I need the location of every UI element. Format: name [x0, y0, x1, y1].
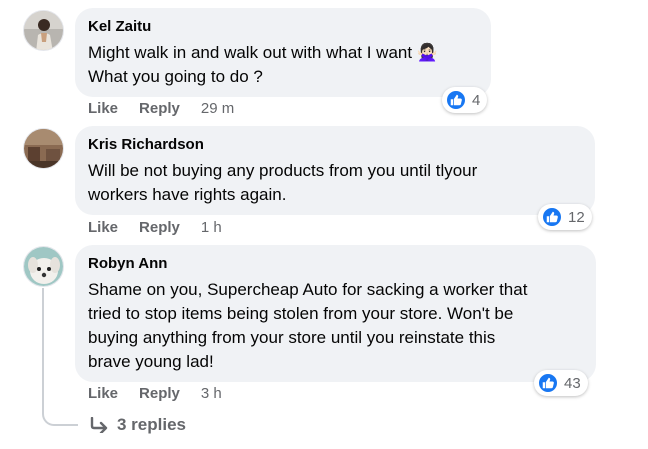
like-reaction-icon [541, 206, 563, 228]
comment-text-line: Shame on you, Supercheap Auto for sackin… [88, 280, 528, 299]
thread-line [42, 288, 44, 403]
reply-arrow-icon [90, 417, 108, 433]
comment-text: Will be not buying any products from you… [88, 159, 581, 207]
comment-actions: Like Reply 29 m [88, 100, 234, 117]
comment-bubble: Kel Zaitu Might walk in and walk out wit… [75, 8, 491, 97]
like-reaction-icon [537, 372, 559, 394]
reaction-count-badge[interactable]: 4 [442, 87, 488, 113]
replies-count-label: 3 replies [117, 415, 186, 434]
reaction-count: 43 [564, 374, 581, 392]
comment-text-line: Might walk in and walk out with what I w… [88, 43, 438, 62]
reply-button[interactable]: Reply [139, 100, 180, 117]
avatar[interactable] [23, 246, 64, 287]
view-replies-link[interactable]: 3 replies [89, 415, 186, 435]
comment-actions: Like Reply 3 h [88, 385, 222, 402]
reaction-count-badge[interactable]: 43 [534, 370, 588, 396]
comment-text-line: brave young lad! [88, 352, 214, 371]
comment-text-line: What you going to do ? [88, 67, 263, 86]
comment-bubble: Kris Richardson Will be not buying any p… [75, 126, 595, 215]
comment-timestamp[interactable]: 1 h [201, 219, 222, 236]
comment-text-line: buying anything from your store until yo… [88, 328, 496, 347]
comment-bubble: Robyn Ann Shame on you, Supercheap Auto … [75, 245, 596, 382]
comment-actions: Like Reply 1 h [88, 219, 222, 236]
reaction-count-badge[interactable]: 12 [538, 204, 592, 230]
avatar[interactable] [23, 10, 64, 51]
comment-text: Might walk in and walk out with what I w… [88, 41, 477, 89]
like-reaction-icon [445, 89, 467, 111]
comment-timestamp[interactable]: 3 h [201, 385, 222, 402]
thread-connector [42, 402, 78, 426]
reaction-count: 12 [568, 208, 585, 226]
comment-text: Shame on you, Supercheap Auto for sackin… [88, 278, 582, 374]
reaction-count: 4 [472, 91, 481, 109]
like-button[interactable]: Like [88, 100, 118, 117]
like-button[interactable]: Like [88, 385, 118, 402]
reply-button[interactable]: Reply [139, 219, 180, 236]
comment-text-line: tried to stop items being stolen from yo… [88, 304, 514, 323]
like-button[interactable]: Like [88, 219, 118, 236]
reply-button[interactable]: Reply [139, 385, 180, 402]
comment-author[interactable]: Kel Zaitu [88, 17, 477, 37]
avatar[interactable] [23, 128, 64, 169]
comment-text-line: Will be not buying any products from you… [88, 161, 478, 180]
comment-text-line: workers have rights again. [88, 185, 287, 204]
comment-author[interactable]: Robyn Ann [88, 254, 582, 274]
comment-timestamp[interactable]: 29 m [201, 100, 234, 117]
comment-author[interactable]: Kris Richardson [88, 135, 581, 155]
